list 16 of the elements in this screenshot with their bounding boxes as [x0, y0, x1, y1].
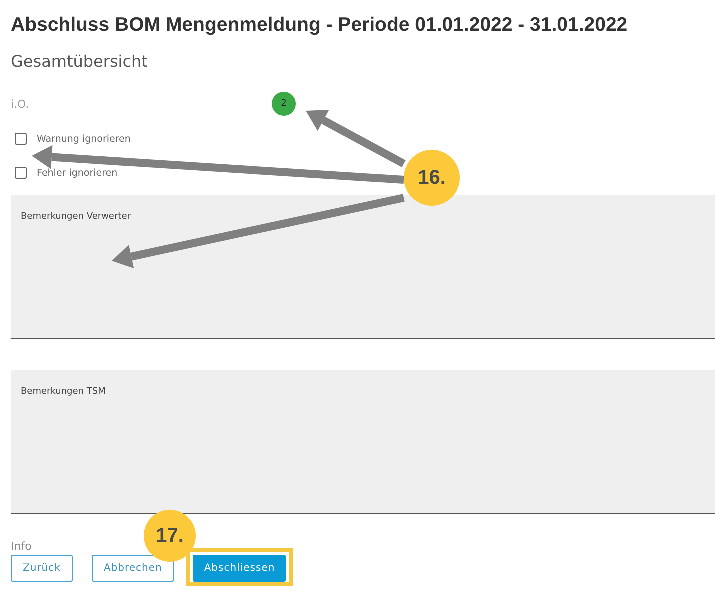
checkbox-label: Fehler ignorieren [37, 168, 118, 178]
checkbox-label: Warnung ignorieren [37, 134, 131, 144]
info-label: Info [11, 540, 33, 553]
checkbox[interactable] [15, 167, 27, 179]
text-area[interactable]: Bemerkungen TSM [11, 370, 715, 514]
button[interactable]: Abbrechen [92, 555, 174, 582]
status-label: i.O. [11, 98, 30, 110]
count-badge: 2 [272, 92, 296, 116]
page-title: Abschluss BOM Mengenmeldung - Periode 01.01.2022 - 31.01.2022 [11, 13, 629, 36]
section-heading: Gesamtübersicht [11, 52, 149, 72]
text-area[interactable]: Bemerkungen Verwerter [11, 195, 715, 339]
step-badge: 16. [404, 150, 460, 206]
button[interactable]: Zurück [11, 555, 73, 582]
button[interactable]: Abschliessen [193, 555, 286, 582]
step-badge: 17. [144, 510, 196, 562]
checkbox[interactable] [15, 133, 27, 145]
